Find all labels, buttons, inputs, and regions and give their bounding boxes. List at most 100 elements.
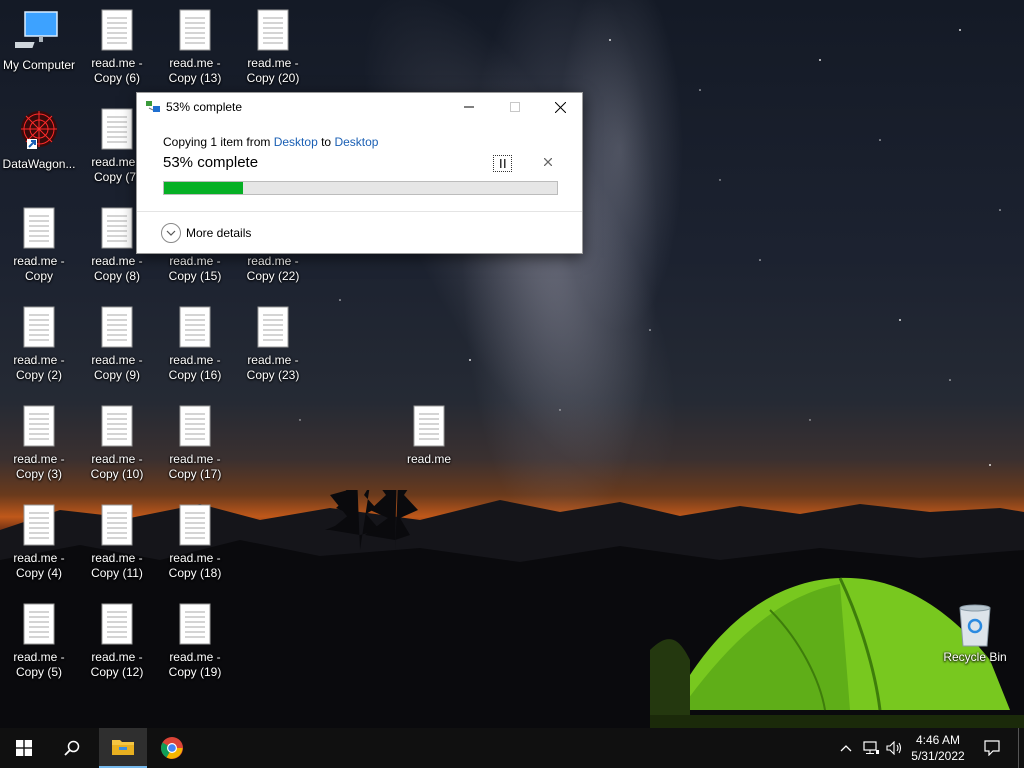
text-file-icon <box>179 504 211 546</box>
icon-label: read.me - Copy (4) <box>13 551 65 580</box>
read-me-copy-4-icon[interactable]: read.me - Copy (4) <box>1 503 77 581</box>
volume-button[interactable] <box>884 728 906 768</box>
search-button[interactable] <box>48 728 96 768</box>
maximize-icon <box>510 102 520 112</box>
maximize-button <box>492 93 538 121</box>
my-computer-icon[interactable]: My Computer <box>1 8 77 73</box>
expand-chevron-icon <box>161 223 181 243</box>
icon-label: read.me - Copy <box>13 254 65 283</box>
file-explorer-button[interactable] <box>99 728 147 768</box>
read-me-copy-6-icon[interactable]: read.me - Copy (6) <box>79 8 155 86</box>
text-file-icon <box>179 603 211 645</box>
progress-bar-fill <box>164 182 243 194</box>
read-me-copy-12-icon[interactable]: read.me - Copy (12) <box>79 602 155 680</box>
text-file-icon <box>23 207 55 249</box>
text-file-icon <box>23 405 55 447</box>
read-me-copy-20-icon[interactable]: read.me - Copy (20) <box>235 8 311 86</box>
network-button[interactable] <box>860 728 882 768</box>
pause-button[interactable] <box>493 155 512 172</box>
icon-label: read.me - Copy (19) <box>168 650 222 679</box>
text-file-icon <box>413 405 445 447</box>
read-me-copy-19-icon[interactable]: read.me - Copy (19) <box>157 602 233 680</box>
icon-label: read.me - Copy (3) <box>13 452 65 481</box>
source-link[interactable]: Desktop <box>274 135 318 149</box>
start-button[interactable] <box>0 728 48 768</box>
read-me-copy-icon[interactable]: read.me - Copy <box>1 206 77 284</box>
text-file-icon <box>101 207 133 249</box>
read-me-copy-23-icon[interactable]: read.me - Copy (23) <box>235 305 311 383</box>
icon-label: read.me - Copy (5) <box>13 650 65 679</box>
text-file-icon <box>101 108 133 150</box>
notification-icon <box>984 740 1000 756</box>
recycle-bin-icon[interactable]: Recycle Bin <box>937 602 1013 665</box>
text-file-icon <box>101 306 133 348</box>
windows-logo-icon <box>16 740 32 756</box>
read-me-copy-5-icon[interactable]: read.me - Copy (5) <box>1 602 77 680</box>
read-me-copy-9-icon[interactable]: read.me - Copy (9) <box>79 305 155 383</box>
icon-label: read.me - Copy (11) <box>91 551 143 580</box>
speaker-icon <box>886 741 902 755</box>
text-file-icon <box>179 306 211 348</box>
to-text: to <box>317 135 335 149</box>
read-me-copy-17-icon[interactable]: read.me - Copy (17) <box>157 404 233 482</box>
close-icon <box>554 101 566 113</box>
text-file-icon <box>101 9 133 51</box>
clock[interactable]: 4:46 AM 5/31/2022 <box>906 728 970 768</box>
icon-label: read.me - Copy (22) <box>246 254 300 283</box>
icon-label: read.me - Copy (8) <box>91 254 143 283</box>
text-file-icon <box>179 9 211 51</box>
read-me-copy-11-icon[interactable]: read.me - Copy (11) <box>79 503 155 581</box>
read-me-copy-2-icon[interactable]: read.me - Copy (2) <box>1 305 77 383</box>
read-me-icon[interactable]: read.me <box>391 404 467 467</box>
cancel-icon <box>544 158 552 166</box>
network-icon <box>863 741 879 754</box>
clock-time: 4:46 AM <box>915 733 961 747</box>
icon-label: read.me - Copy (23) <box>246 353 300 382</box>
datawagon-logo-icon <box>21 111 57 149</box>
icon-label: read.me - Copy (17) <box>168 452 222 481</box>
show-hidden-icons-button[interactable] <box>836 728 856 768</box>
text-file-icon <box>101 603 133 645</box>
read-me-copy-10-icon[interactable]: read.me - Copy (10) <box>79 404 155 482</box>
minimize-button[interactable] <box>446 93 492 121</box>
search-icon <box>64 740 80 756</box>
dialog-titlebar[interactable]: 53% complete <box>137 93 582 121</box>
more-details-label: More details <box>186 226 252 240</box>
dialog-separator <box>137 211 582 212</box>
icon-label: Recycle Bin <box>943 650 1007 664</box>
monitor-icon <box>15 11 58 48</box>
text-file-icon <box>101 504 133 546</box>
read-me-copy-13-icon[interactable]: read.me - Copy (13) <box>157 8 233 86</box>
show-desktop-button[interactable] <box>1018 728 1024 768</box>
folder-icon <box>112 740 134 755</box>
cancel-button[interactable] <box>541 155 555 169</box>
chrome-button[interactable] <box>148 728 196 768</box>
dialog-title: 53% complete <box>166 100 243 114</box>
text-file-icon <box>101 405 133 447</box>
icon-label: read.me - Copy (12) <box>90 650 144 679</box>
more-details-button[interactable]: More details <box>161 222 251 244</box>
recycle-bin-glyph-icon <box>959 604 991 647</box>
read-me-copy-3-icon[interactable]: read.me - Copy (3) <box>1 404 77 482</box>
read-me-copy-18-icon[interactable]: read.me - Copy (18) <box>157 503 233 581</box>
icon-label: My Computer <box>2 58 76 72</box>
text-file-icon <box>23 603 55 645</box>
progress-bar <box>163 181 558 195</box>
copy-prefix-text: Copying 1 item from <box>163 135 274 149</box>
chrome-icon <box>161 737 183 759</box>
icon-label: read.me - Copy (10) <box>90 452 144 481</box>
copy-progress-dialog[interactable]: 53% complete Copying 1 item from Desktop… <box>136 92 583 254</box>
minimize-icon <box>464 106 474 108</box>
datawagon-icon[interactable]: DataWagon... <box>1 107 77 172</box>
close-button[interactable] <box>537 93 583 121</box>
icon-label: read.me <box>406 452 452 466</box>
read-me-copy-16-icon[interactable]: read.me - Copy (16) <box>157 305 233 383</box>
taskbar: 4:46 AM 5/31/2022 <box>0 728 1024 768</box>
icon-label: read.me - Copy (18) <box>168 551 222 580</box>
icon-label: read.me - Copy (15) <box>168 254 222 283</box>
pause-icon <box>499 159 505 168</box>
action-center-button[interactable] <box>975 728 1009 768</box>
destination-link[interactable]: Desktop <box>334 135 378 149</box>
icon-label: read.me - Copy (2) <box>13 353 65 382</box>
copy-status-line: Copying 1 item from Desktop to Desktop <box>163 135 378 149</box>
